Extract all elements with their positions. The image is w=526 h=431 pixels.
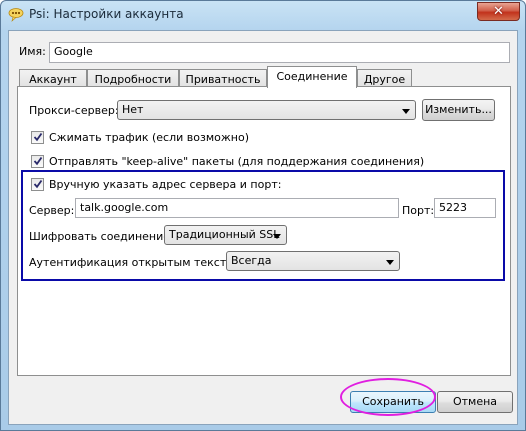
plaintext-auth-label: Аутентификация открытым текстом:	[29, 256, 245, 269]
chevron-down-icon	[273, 234, 281, 239]
keepalive-label: Отправлять "keep-alive" пакеты (для подд…	[49, 155, 425, 168]
settings-window: Psi: Настройки аккаунта ✕ Имя: Google Ак…	[0, 0, 526, 431]
compress-checkbox[interactable]	[31, 131, 44, 144]
server-input[interactable]: talk.google.com	[75, 198, 399, 218]
manual-host-checkbox[interactable]	[31, 178, 44, 191]
server-label: Сервер:	[29, 204, 75, 217]
encrypt-select-value: Традиционный SSL	[169, 228, 280, 241]
manual-host-label: Вручную указать адрес сервера и порт:	[49, 178, 282, 191]
name-label: Имя:	[19, 45, 46, 58]
title-bar[interactable]: Psi: Настройки аккаунта ✕	[1, 1, 525, 29]
proxy-label: Прокси-сервер:	[29, 104, 119, 117]
encrypt-label: Шифровать соединение:	[29, 230, 174, 243]
port-input[interactable]: 5223	[434, 198, 496, 218]
close-icon: ✕	[493, 4, 504, 19]
annotation-highlight-ellipse	[340, 378, 436, 416]
window-title: Psi: Настройки аккаунта	[29, 7, 184, 21]
proxy-change-button[interactable]: Изменить...	[422, 99, 495, 121]
keepalive-checkbox[interactable]	[31, 155, 44, 168]
dialog-body: Имя: Google Аккаунт Подробности Приватно…	[8, 30, 518, 425]
chevron-down-icon	[402, 109, 410, 114]
psi-app-icon	[8, 8, 24, 22]
encrypt-select[interactable]: Традиционный SSL	[164, 225, 287, 245]
close-button[interactable]: ✕	[477, 2, 520, 21]
port-label: Порт:	[402, 204, 435, 217]
compress-label: Сжимать трафик (если возможно)	[49, 131, 249, 144]
proxy-select[interactable]: Нет	[117, 100, 416, 120]
name-input[interactable]: Google	[49, 42, 510, 63]
tab-connection[interactable]: Соединение	[267, 66, 357, 88]
chevron-down-icon	[386, 260, 394, 265]
cancel-button[interactable]: Отмена	[437, 391, 513, 413]
plaintext-auth-select[interactable]: Всегда	[226, 251, 400, 271]
plaintext-auth-select-value: Всегда	[231, 254, 272, 267]
proxy-select-value: Нет	[122, 103, 144, 116]
